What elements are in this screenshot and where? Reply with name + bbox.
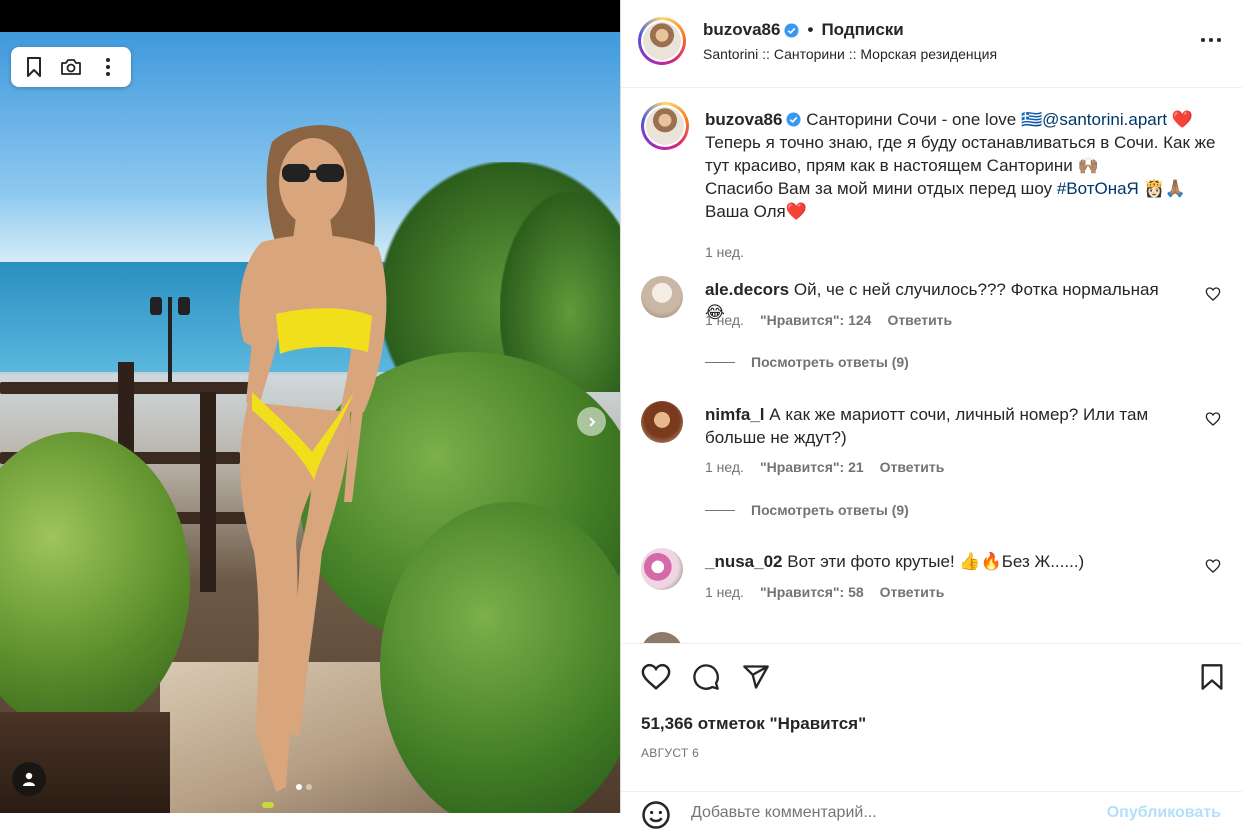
carousel-dots [296, 784, 312, 790]
avatar[interactable] [641, 632, 683, 643]
user-tag-button[interactable] [12, 762, 46, 796]
comment-username[interactable]: _nusa_02 [705, 552, 783, 571]
separator-dot: • [807, 20, 814, 39]
emoji-icon[interactable] [641, 800, 671, 830]
add-comment-bar: Опубликовать [621, 791, 1242, 831]
view-replies-label: Посмотреть ответы (9) [751, 354, 909, 370]
comment-likes[interactable]: "Нравится": 58 [760, 584, 864, 600]
chevron-right-icon [588, 416, 595, 427]
location-link[interactable]: Santorini :: Санторини :: Морская резиде… [703, 46, 997, 62]
comment-text: Вот эти фото крутые! 👍🔥Без Ж......) [787, 552, 1085, 571]
following-button[interactable]: Подписки [821, 20, 903, 40]
heart-icon[interactable] [1205, 286, 1221, 302]
user-icon [23, 772, 35, 786]
bookmark-icon[interactable] [17, 51, 51, 83]
heart-icon[interactable] [1205, 411, 1221, 427]
woman-figure [239, 125, 387, 808]
comment-likes[interactable]: "Нравится": 124 [760, 312, 871, 328]
comment-username[interactable]: ale.decors [705, 280, 789, 299]
reply-button[interactable]: Ответить [880, 459, 945, 475]
caption-emoji: 👸🏻🙏🏽 [1143, 179, 1186, 198]
mention-link[interactable]: @santorini.apart [1042, 110, 1167, 129]
caption-time[interactable]: 1 нед. [705, 244, 744, 260]
comment-username[interactable]: nimfa_l [705, 405, 765, 424]
post-photo[interactable] [0, 32, 620, 813]
author-username[interactable]: buzova86 [703, 20, 780, 40]
more-options-icon[interactable] [1199, 28, 1223, 52]
verified-badge-icon [784, 22, 800, 38]
caption-text: Санторини Сочи - one love 🇬🇷 [806, 110, 1043, 129]
photo-pane [0, 0, 620, 813]
publish-button[interactable]: Опубликовать [1107, 804, 1221, 822]
post-header: buzova86 • Подписки Santorini :: Сантори… [621, 0, 1242, 88]
reply-button[interactable]: Ответить [887, 312, 952, 328]
caption-text: Теперь я точно знаю, где я буду останавл… [705, 133, 1216, 175]
hashtag-link[interactable]: #ВотОнаЯ [1057, 179, 1139, 198]
comment-time[interactable]: 1 нед. [705, 459, 744, 475]
comment-text: А как же мариотт сочи, личный номер? Или… [705, 405, 1149, 447]
caption-signature: Ваша Оля❤️ [705, 202, 807, 221]
heart-icon[interactable] [641, 662, 671, 692]
share-icon[interactable] [741, 662, 771, 692]
more-vertical-icon[interactable] [91, 51, 125, 83]
view-replies-label: Посмотреть ответы (9) [751, 502, 909, 518]
avatar[interactable] [641, 276, 683, 318]
post-actions: 51,366 отметок "Нравится" АВГУСТ 6 Опубл… [621, 643, 1242, 829]
caption-emoji: ❤️ [1171, 110, 1194, 129]
view-replies-button[interactable]: Посмотреть ответы (9) [705, 354, 909, 370]
comment-input[interactable] [691, 804, 1091, 822]
view-replies-button[interactable]: Посмотреть ответы (9) [705, 502, 909, 518]
camera-icon[interactable] [54, 51, 88, 83]
comment-time[interactable]: 1 нед. [705, 312, 744, 328]
avatar[interactable] [638, 17, 686, 65]
verified-badge-icon [786, 112, 802, 127]
caption-username[interactable]: buzova86 [705, 110, 782, 129]
photo-toolbar [11, 47, 131, 87]
post-sidebar: buzova86 • Подписки Santorini :: Сантори… [620, 0, 1242, 829]
caption-text: Спасибо Вам за мой мини отдых перед шоу [705, 179, 1053, 198]
heart-icon[interactable] [1205, 558, 1221, 574]
comment-icon[interactable] [691, 662, 721, 692]
save-icon[interactable] [1197, 662, 1227, 692]
reply-button[interactable]: Ответить [880, 584, 945, 600]
comment-time[interactable]: 1 нед. [705, 584, 744, 600]
comments-list[interactable]: buzova86 Санторини Сочи - one love 🇬🇷@sa… [621, 88, 1242, 643]
avatar[interactable] [641, 548, 683, 590]
avatar[interactable] [641, 401, 683, 443]
likes-count[interactable]: 51,366 отметок "Нравится" [641, 714, 866, 734]
next-photo-button[interactable] [577, 407, 606, 436]
avatar[interactable] [641, 102, 689, 150]
comment-likes[interactable]: "Нравится": 21 [760, 459, 864, 475]
post-date[interactable]: АВГУСТ 6 [641, 746, 699, 760]
